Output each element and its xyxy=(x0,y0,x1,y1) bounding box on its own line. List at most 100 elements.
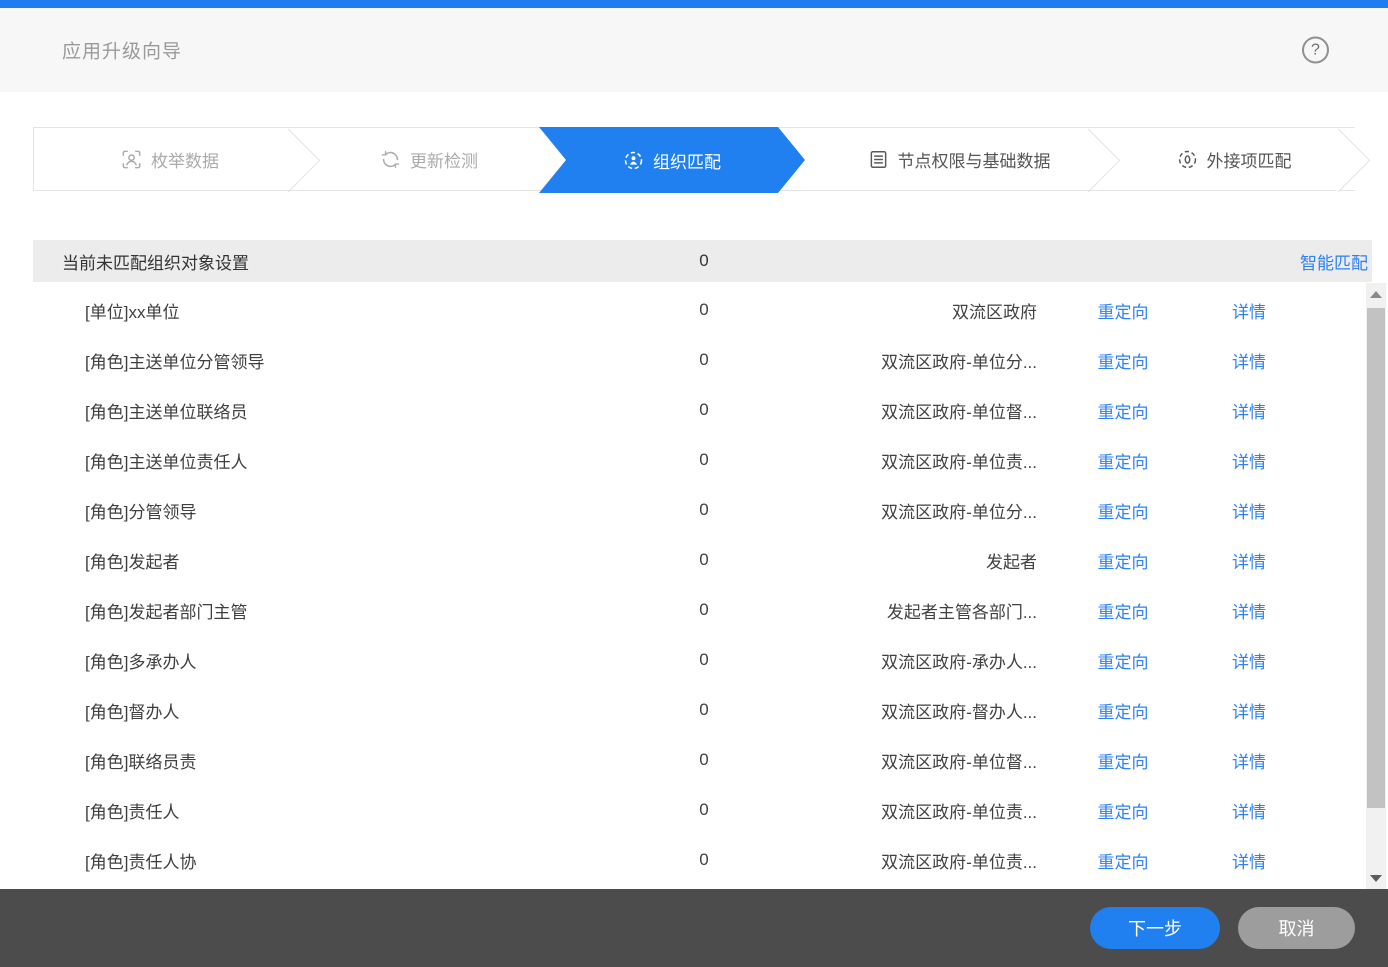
redirect-link[interactable]: 重定向 xyxy=(1037,698,1209,723)
redirect-link[interactable]: 重定向 xyxy=(1037,398,1209,423)
details-link[interactable]: 详情 xyxy=(1209,398,1289,423)
row-target: 双流区政府-单位督... xyxy=(763,748,1037,773)
details-link[interactable]: 详情 xyxy=(1209,698,1289,723)
step-label: 枚举数据 xyxy=(151,147,219,172)
redirect-link[interactable]: 重定向 xyxy=(1037,598,1209,623)
org-target-icon xyxy=(623,150,644,171)
table-header-row: 当前未匹配组织对象设置 0 智能匹配 xyxy=(33,240,1372,282)
details-link[interactable]: 详情 xyxy=(1209,498,1289,523)
details-link[interactable]: 详情 xyxy=(1209,598,1289,623)
dialog-footer: 下一步 取消 xyxy=(0,889,1388,967)
row-count: 0 xyxy=(645,700,763,720)
step-update-check[interactable]: 更新检测 xyxy=(314,128,544,190)
table-row: [角色]督办人 0 双流区政府-督办人... 重定向 详情 xyxy=(33,685,1355,735)
wizard-step-bar: 枚举数据 更新检测 组织匹配 节点权限与基础数据 外接项匹配 xyxy=(33,127,1355,191)
row-name: [角色]多承办人 xyxy=(85,648,645,673)
redirect-link[interactable]: 重定向 xyxy=(1037,498,1209,523)
dashed-circle-zero-icon xyxy=(1177,149,1198,170)
table-row: [角色]发起者 0 发起者 重定向 详情 xyxy=(33,535,1355,585)
row-target: 双流区政府-督办人... xyxy=(763,698,1037,723)
details-link[interactable]: 详情 xyxy=(1209,648,1289,673)
redirect-link[interactable]: 重定向 xyxy=(1037,848,1209,873)
table-row: [角色]多承办人 0 双流区政府-承办人... 重定向 详情 xyxy=(33,635,1355,685)
smart-match-link[interactable]: 智能匹配 xyxy=(1300,249,1372,274)
step-node-permissions[interactable]: 节点权限与基础数据 xyxy=(809,128,1109,190)
table-row: [单位]xx单位 0 双流区政府 重定向 详情 xyxy=(33,285,1355,335)
row-count: 0 xyxy=(645,400,763,420)
row-name: [角色]督办人 xyxy=(85,698,645,723)
row-count: 0 xyxy=(645,650,763,670)
row-name: [角色]分管领导 xyxy=(85,498,645,523)
scroll-up-button[interactable] xyxy=(1366,283,1386,305)
details-link[interactable]: 详情 xyxy=(1209,548,1289,573)
redirect-link[interactable]: 重定向 xyxy=(1037,648,1209,673)
row-target: 双流区政府-单位督... xyxy=(763,398,1037,423)
row-target: 双流区政府-单位责... xyxy=(763,848,1037,873)
redirect-link[interactable]: 重定向 xyxy=(1037,448,1209,473)
redirect-link[interactable]: 重定向 xyxy=(1037,748,1209,773)
step-enumerate-data[interactable]: 枚举数据 xyxy=(34,128,306,190)
vertical-scrollbar[interactable] xyxy=(1366,283,1386,889)
scrollbar-thumb[interactable] xyxy=(1367,308,1385,808)
row-count: 0 xyxy=(645,850,763,870)
row-target: 双流区政府-承办人... xyxy=(763,648,1037,673)
refresh-icon xyxy=(380,149,401,170)
row-count: 0 xyxy=(645,800,763,820)
help-button[interactable]: ? xyxy=(1302,37,1329,64)
header-group-title: 当前未匹配组织对象设置 xyxy=(62,249,645,274)
step-external-item-match[interactable]: 外接项匹配 xyxy=(1109,128,1359,190)
row-target: 双流区政府-单位责... xyxy=(763,448,1037,473)
table-row: [角色]联络员责 0 双流区政府-单位督... 重定向 详情 xyxy=(33,735,1355,785)
step-label: 更新检测 xyxy=(410,147,478,172)
table-row: [角色]责任人协 0 双流区政府-单位责... 重定向 详情 xyxy=(33,835,1355,885)
row-target: 双流区政府 xyxy=(763,298,1037,323)
step-label: 组织匹配 xyxy=(653,148,721,173)
row-target: 双流区政府-单位分... xyxy=(763,348,1037,373)
face-scan-icon xyxy=(121,149,142,170)
redirect-link[interactable]: 重定向 xyxy=(1037,548,1209,573)
page-title: 应用升级向导 xyxy=(62,37,182,64)
top-accent-bar xyxy=(0,0,1388,8)
table-row: [角色]分管领导 0 双流区政府-单位分... 重定向 详情 xyxy=(33,485,1355,535)
redirect-link[interactable]: 重定向 xyxy=(1037,348,1209,373)
question-mark-icon: ? xyxy=(1311,41,1320,59)
row-count: 0 xyxy=(645,550,763,570)
step-organization-match[interactable]: 组织匹配 xyxy=(539,127,805,193)
row-target: 发起者 xyxy=(763,548,1037,573)
redirect-link[interactable]: 重定向 xyxy=(1037,298,1209,323)
step-label: 外接项匹配 xyxy=(1207,147,1292,172)
row-count: 0 xyxy=(645,500,763,520)
row-name: [角色]联络员责 xyxy=(85,748,645,773)
table-row: [角色]主送单位责任人 0 双流区政府-单位责... 重定向 详情 xyxy=(33,435,1355,485)
scroll-down-button[interactable] xyxy=(1366,867,1386,889)
row-count: 0 xyxy=(645,350,763,370)
details-link[interactable]: 详情 xyxy=(1209,448,1289,473)
details-link[interactable]: 详情 xyxy=(1209,748,1289,773)
table-row: [角色]发起者部门主管 0 发起者主管各部门... 重定向 详情 xyxy=(33,585,1355,635)
document-list-icon xyxy=(868,149,889,170)
step-label: 节点权限与基础数据 xyxy=(898,147,1051,172)
row-name: [角色]发起者 xyxy=(85,548,645,573)
row-name: [角色]责任人 xyxy=(85,798,645,823)
dialog-titlebar: 应用升级向导 ? xyxy=(0,8,1388,92)
details-link[interactable]: 详情 xyxy=(1209,798,1289,823)
row-name: [角色]主送单位分管领导 xyxy=(85,348,645,373)
next-step-button[interactable]: 下一步 xyxy=(1090,907,1220,949)
row-name: [角色]发起者部门主管 xyxy=(85,598,645,623)
details-link[interactable]: 详情 xyxy=(1209,848,1289,873)
details-link[interactable]: 详情 xyxy=(1209,298,1289,323)
cancel-button[interactable]: 取消 xyxy=(1238,907,1355,949)
table-body: [单位]xx单位 0 双流区政府 重定向 详情 [角色]主送单位分管领导 0 双… xyxy=(33,285,1355,885)
triangle-up-icon xyxy=(1370,291,1382,298)
details-link[interactable]: 详情 xyxy=(1209,348,1289,373)
row-name: [角色]责任人协 xyxy=(85,848,645,873)
row-name: [单位]xx单位 xyxy=(85,298,645,323)
row-count: 0 xyxy=(645,750,763,770)
redirect-link[interactable]: 重定向 xyxy=(1037,798,1209,823)
triangle-down-icon xyxy=(1370,875,1382,882)
row-target: 发起者主管各部门... xyxy=(763,598,1037,623)
header-count: 0 xyxy=(645,251,763,271)
table-row: [角色]责任人 0 双流区政府-单位责... 重定向 详情 xyxy=(33,785,1355,835)
row-count: 0 xyxy=(645,450,763,470)
row-name: [角色]主送单位责任人 xyxy=(85,448,645,473)
